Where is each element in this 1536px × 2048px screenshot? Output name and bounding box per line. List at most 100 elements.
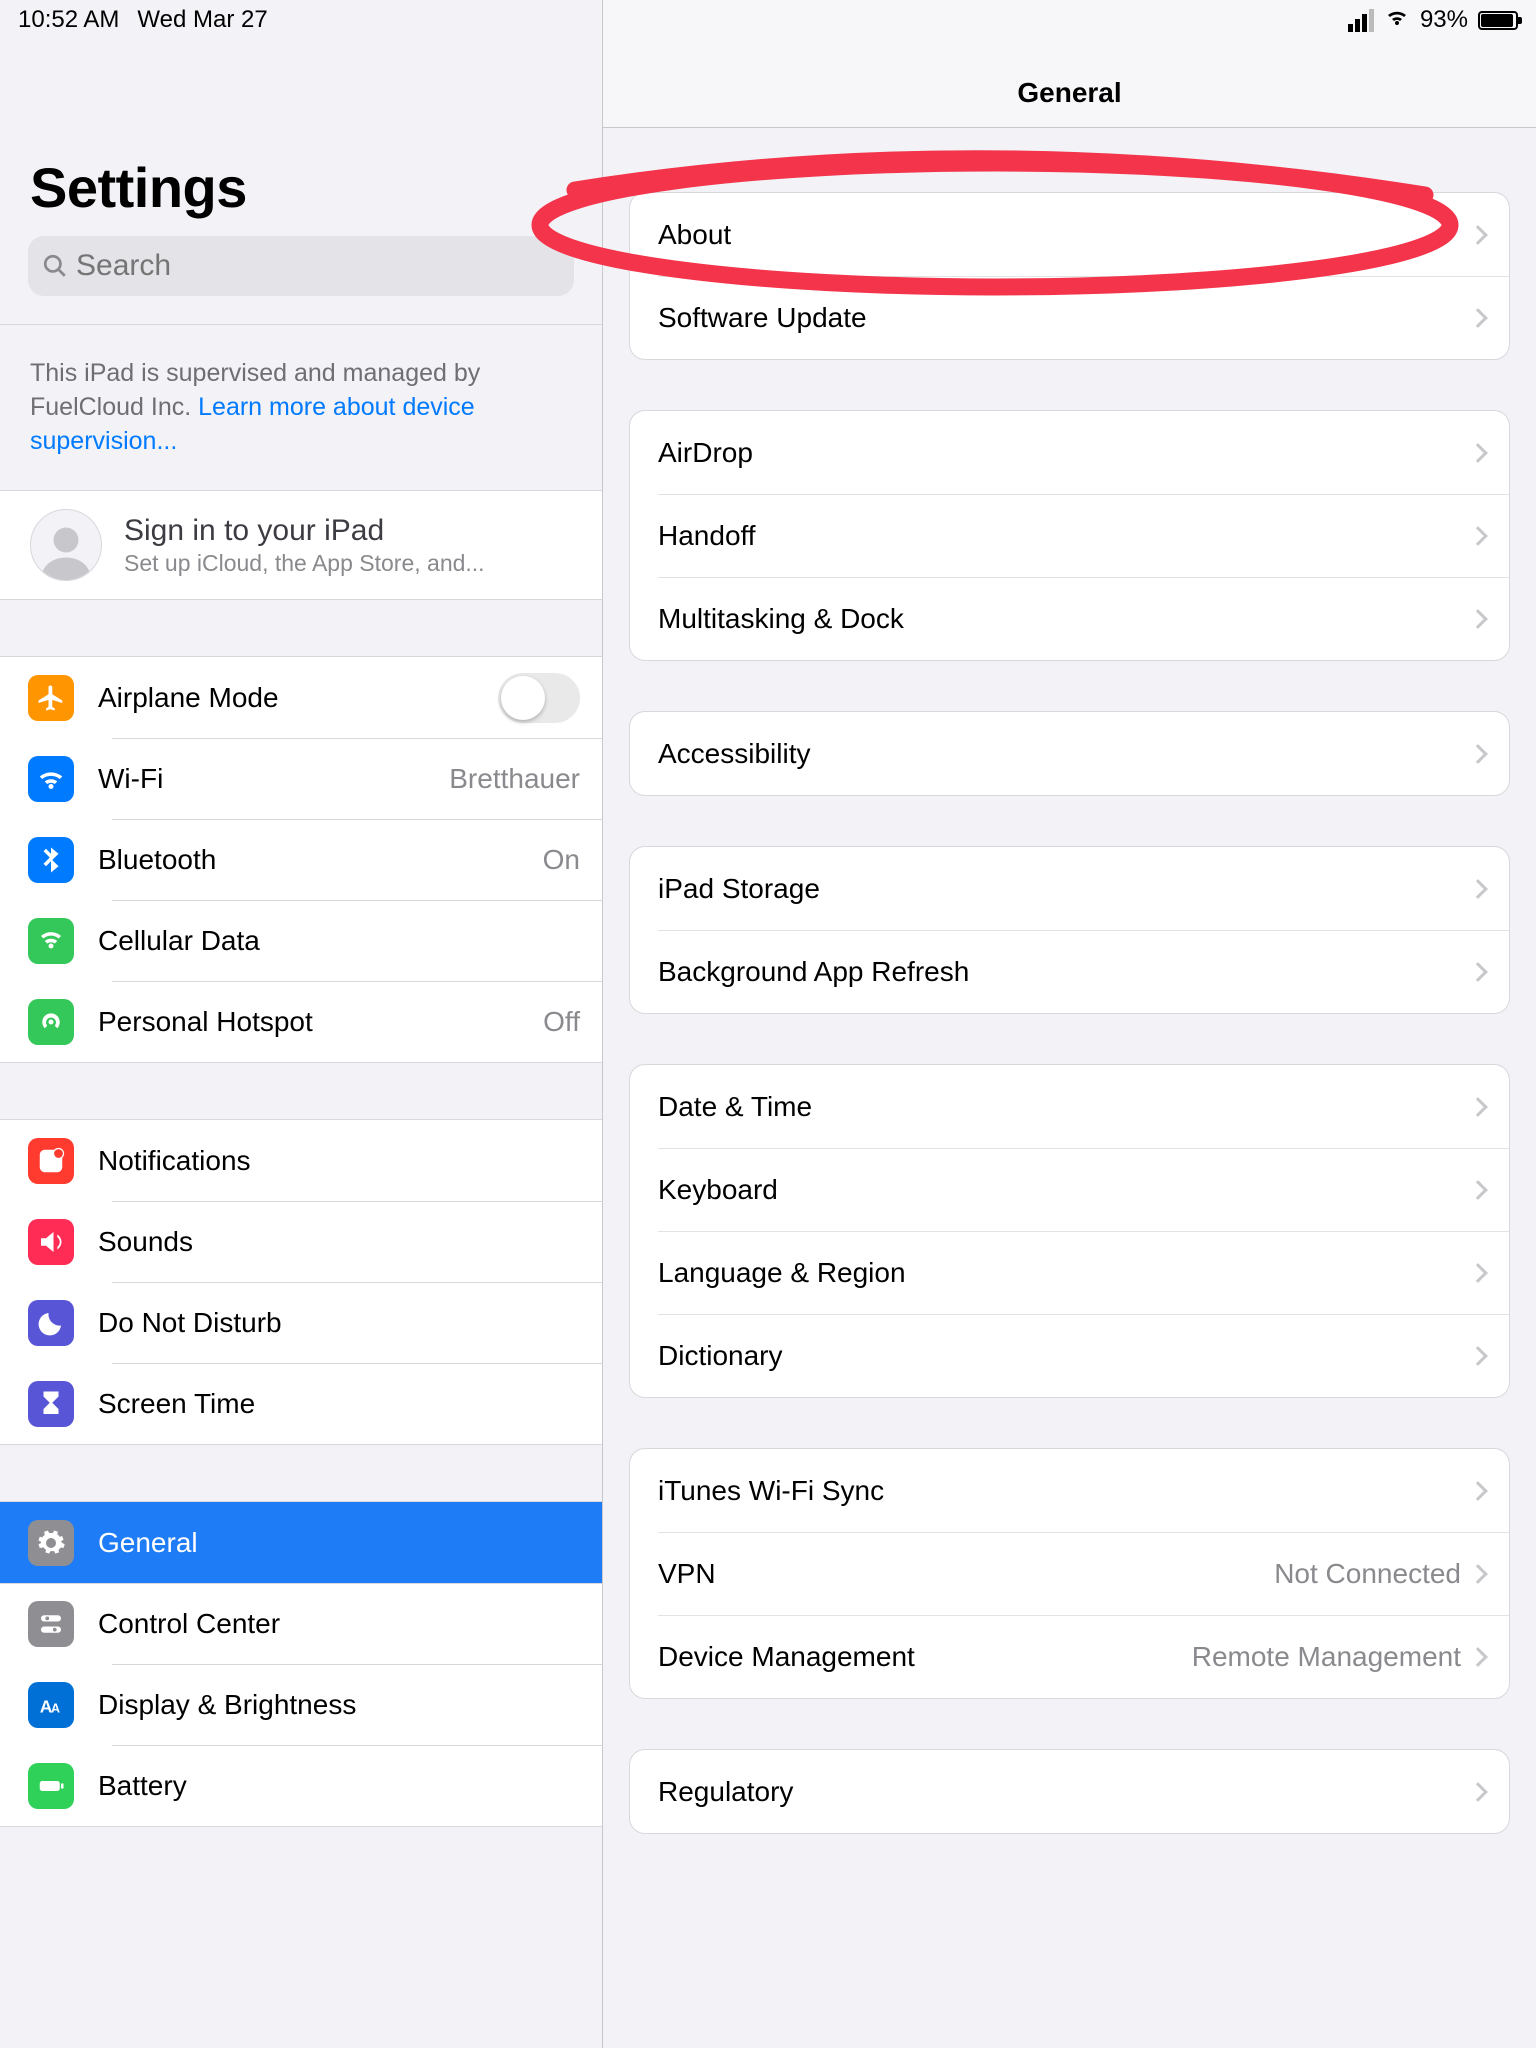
detail-row-label: Language & Region [658,1257,1471,1289]
chevron-right-icon [1468,1782,1488,1802]
detail-row-label: Regulatory [658,1776,1471,1808]
chevron-right-icon [1468,1647,1488,1667]
avatar-icon [30,509,102,581]
cellular-signal-icon [1348,9,1374,32]
wifi-value: Bretthauer [449,763,580,795]
detail-row-background-refresh[interactable]: Background App Refresh [630,930,1509,1013]
chevron-right-icon [1468,1481,1488,1501]
bluetooth-icon [28,837,74,883]
hotspot-icon [28,999,74,1045]
detail-row-vpn[interactable]: VPN Not Connected [630,1532,1509,1615]
chevron-right-icon [1468,443,1488,463]
sidebar-item-label: General [98,1527,580,1559]
hourglass-icon [28,1381,74,1427]
supervision-notice: This iPad is supervised and managed by F… [0,324,602,491]
detail-group: Date & Time Keyboard Language & Region D… [629,1064,1510,1398]
sidebar-item-label: Battery [98,1770,580,1802]
sidebar-item-wifi[interactable]: Wi-Fi Bretthauer [0,738,602,819]
sidebar-item-battery[interactable]: Battery [0,1745,602,1826]
detail-row-airdrop[interactable]: AirDrop [630,411,1509,494]
sidebar-item-general[interactable]: General [0,1502,602,1583]
detail-row-software-update[interactable]: Software Update [630,276,1509,359]
wifi-icon [28,756,74,802]
detail-row-regulatory[interactable]: Regulatory [630,1750,1509,1833]
battery-percent: 93% [1420,6,1468,34]
search-input[interactable] [76,249,560,283]
cellular-icon [28,918,74,964]
detail-row-label: Background App Refresh [658,956,1471,988]
sidebar-item-bluetooth[interactable]: Bluetooth On [0,819,602,900]
sidebar-item-notifications[interactable]: Notifications [0,1120,602,1201]
moon-icon [28,1300,74,1346]
sidebar-item-label: Personal Hotspot [98,1006,543,1038]
detail-row-about[interactable]: About [630,193,1509,276]
chevron-right-icon [1468,225,1488,245]
detail-row-label: Date & Time [658,1091,1471,1123]
detail-row-label: Handoff [658,520,1471,552]
chevron-right-icon [1468,308,1488,328]
sidebar-item-cellular[interactable]: Cellular Data [0,900,602,981]
sidebar-item-controlcenter[interactable]: Control Center [0,1583,602,1664]
chevron-right-icon [1468,1346,1488,1366]
detail-row-date-time[interactable]: Date & Time [630,1065,1509,1148]
battery-icon [28,1763,74,1809]
sign-in-row[interactable]: Sign in to your iPad Set up iCloud, the … [0,491,602,600]
detail-row-label: About [658,219,1471,251]
detail-row-value: Remote Management [1192,1641,1461,1673]
sidebar-item-label: Do Not Disturb [98,1307,580,1339]
chevron-right-icon [1468,1564,1488,1584]
detail-row-keyboard[interactable]: Keyboard [630,1148,1509,1231]
sidebar-item-sounds[interactable]: Sounds [0,1201,602,1282]
chevron-right-icon [1468,879,1488,899]
detail-pane: General About Software Update AirDrop [603,0,1536,2048]
status-date: Wed Mar 27 [137,6,267,34]
sidebar-item-label: Wi-Fi [98,763,449,795]
sidebar-item-label: Cellular Data [98,925,580,957]
sidebar-group-notifications: Notifications Sounds Do Not Disturb Scre… [0,1119,602,1445]
detail-title: General [1017,77,1121,109]
airplane-icon [28,675,74,721]
search-icon [42,253,68,279]
detail-row-itunes-sync[interactable]: iTunes Wi-Fi Sync [630,1449,1509,1532]
airplane-toggle[interactable] [498,673,580,723]
detail-row-dictionary[interactable]: Dictionary [630,1314,1509,1397]
sidebar-item-dnd[interactable]: Do Not Disturb [0,1282,602,1363]
detail-row-accessibility[interactable]: Accessibility [630,712,1509,795]
detail-row-handoff[interactable]: Handoff [630,494,1509,577]
sidebar-item-label: Control Center [98,1608,580,1640]
detail-row-label: iTunes Wi-Fi Sync [658,1475,1471,1507]
sidebar-item-airplane[interactable]: Airplane Mode [0,657,602,738]
sidebar-item-label: Notifications [98,1145,580,1177]
battery-icon [1478,11,1518,30]
sidebar-item-hotspot[interactable]: Personal Hotspot Off [0,981,602,1062]
detail-group: About Software Update [629,192,1510,360]
sidebar-item-screentime[interactable]: Screen Time [0,1363,602,1444]
sidebar-item-display[interactable]: AA Display & Brightness [0,1664,602,1745]
detail-row-label: Keyboard [658,1174,1471,1206]
sidebar-item-label: Screen Time [98,1388,580,1420]
sliders-icon [28,1601,74,1647]
detail-body[interactable]: About Software Update AirDrop Handoff [603,128,1536,2048]
sidebar-item-label: Bluetooth [98,844,543,876]
search-field[interactable] [28,236,574,296]
sidebar-group-general: General Control Center AA Display & Brig… [0,1501,602,1827]
detail-group: Regulatory [629,1749,1510,1834]
text-size-icon: AA [28,1682,74,1728]
detail-row-device-management[interactable]: Device Management Remote Management [630,1615,1509,1698]
detail-row-multitasking[interactable]: Multitasking & Dock [630,577,1509,660]
notifications-icon [28,1138,74,1184]
detail-group: AirDrop Handoff Multitasking & Dock [629,410,1510,661]
signin-title: Sign in to your iPad [124,514,485,548]
bluetooth-value: On [543,844,580,876]
detail-row-label: Accessibility [658,738,1471,770]
detail-row-label: AirDrop [658,437,1471,469]
signin-subtitle: Set up iCloud, the App Store, and... [124,550,485,577]
gear-icon [28,1520,74,1566]
settings-sidebar: Settings This iPad is supervised and man… [0,0,603,2048]
chevron-right-icon [1468,526,1488,546]
detail-row-language[interactable]: Language & Region [630,1231,1509,1314]
status-bar: 10:52 AM Wed Mar 27 93% [0,0,1536,40]
detail-row-label: iPad Storage [658,873,1471,905]
detail-row-label: VPN [658,1558,1274,1590]
detail-row-storage[interactable]: iPad Storage [630,847,1509,930]
